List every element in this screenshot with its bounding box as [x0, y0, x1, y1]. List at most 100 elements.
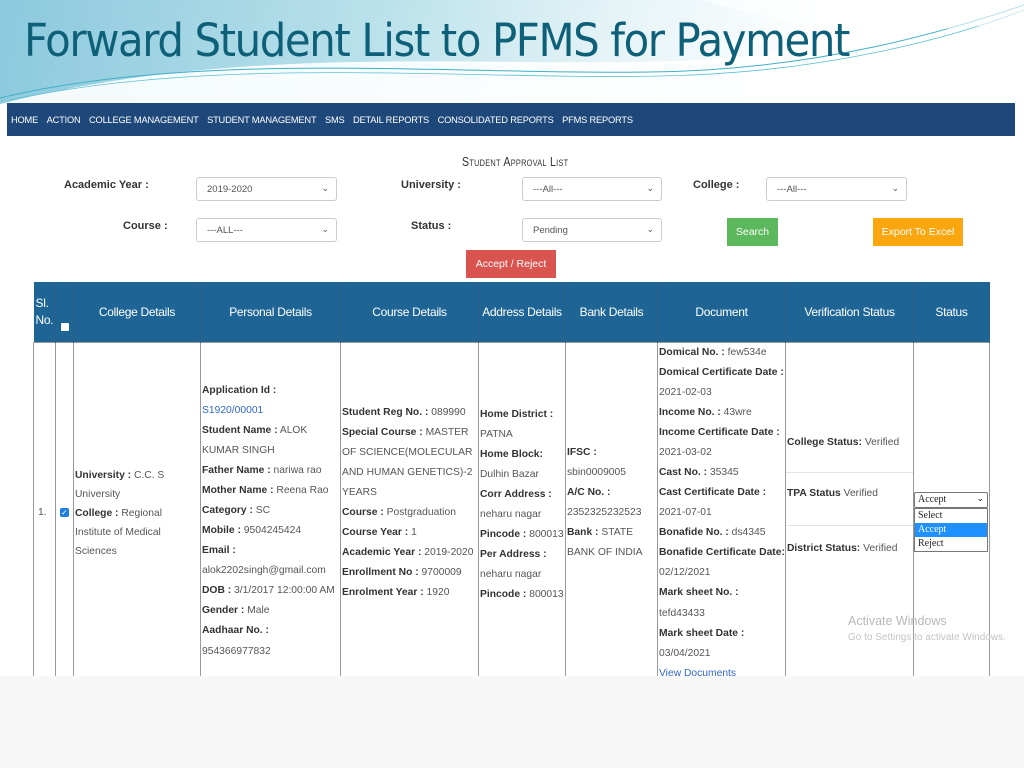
category-value: SC — [255, 504, 271, 516]
cast-date-label: Cast Certificate Date : — [659, 487, 767, 499]
college-status-label: College Status: — [787, 437, 862, 448]
college-label: College : — [693, 179, 740, 191]
bonafide-no-value: ds4345 — [731, 527, 766, 539]
course-year-label: Course Year : — [342, 526, 409, 538]
ac-no-value: 2352325232523 — [567, 506, 642, 518]
course-year-value: 1 — [411, 526, 417, 538]
corr-pincode-value: 800013 — [529, 528, 564, 540]
enrollment-no-label: Enrollment No : — [342, 567, 419, 579]
status-value: Pending — [533, 225, 568, 236]
academic-year-select[interactable]: 2019-2020 ⌄ — [196, 177, 337, 201]
course-details-cell: Student Reg No. : 089990 Special Course … — [340, 341, 479, 685]
status-option-select[interactable]: Select — [915, 509, 987, 523]
nav-student-management[interactable]: STUDENT MANAGEMENT — [207, 115, 317, 125]
gender-value: Male — [247, 605, 270, 617]
special-course-label: Special Course : — [342, 426, 423, 438]
search-button[interactable]: Search — [727, 218, 778, 246]
district-status-value: Verified — [863, 542, 898, 554]
header-document: Document — [657, 282, 786, 342]
address-details-cell: Home District : PATNA Home Block: Dulhin… — [478, 341, 566, 685]
home-block-value: Dulhin Bazar — [480, 468, 539, 480]
row-status-selected: Accept — [918, 494, 947, 505]
header-course-details: Course Details — [340, 282, 479, 342]
main-navbar: HOME ACTION COLLEGE MANAGEMENT STUDENT M… — [7, 103, 1015, 136]
bonafide-no-label: Bonafide No. : — [659, 527, 729, 539]
income-no-label: Income No. : — [659, 406, 721, 418]
header-select-all — [55, 282, 74, 342]
course-select[interactable]: ---ALL--- ⌄ — [196, 218, 337, 242]
course-label: Course : — [342, 506, 384, 518]
aadhaar-label: Aadhaar No. : — [202, 625, 269, 637]
home-district-value: PATNA — [480, 428, 513, 440]
status-label: Status : — [411, 220, 452, 232]
enrolment-year-label: Enrolment Year : — [342, 587, 424, 599]
select-all-checkbox[interactable] — [60, 322, 69, 331]
application-id-link[interactable]: S1920/00001 — [202, 405, 263, 416]
income-date-label: Income Certificate Date : — [659, 426, 780, 438]
chevron-down-icon: ⌄ — [321, 224, 329, 234]
header-address-details: Address Details — [478, 282, 566, 342]
nav-detail-reports[interactable]: DETAIL REPORTS — [353, 115, 429, 125]
cast-no-value: 35345 — [709, 466, 739, 478]
header-college-details: College Details — [73, 282, 201, 342]
bonafide-date-label: Bonafide Certificate Date: — [659, 547, 785, 559]
home-district-label: Home District : — [480, 408, 554, 420]
academic-year-value: 2019-2020 — [424, 547, 474, 559]
status-select[interactable]: Pending ⌄ — [522, 218, 662, 242]
nav-action[interactable]: ACTION — [47, 115, 81, 125]
marksheet-no-value: tefd43433 — [659, 607, 705, 619]
accept-reject-button[interactable]: Accept / Reject — [466, 250, 556, 278]
tpa-status-label: TPA Status — [787, 487, 841, 499]
header-bank-details: Bank Details — [565, 282, 658, 342]
category-label: Category : — [202, 504, 253, 516]
corr-address-value: neharu nagar — [480, 508, 542, 520]
tpa-status: TPA Status Verified — [786, 473, 913, 526]
academic-year-label: Academic Year : — [342, 547, 422, 559]
application-id-label: Application Id : — [202, 384, 277, 396]
district-status-label: District Status: — [787, 542, 861, 554]
university-label: University : — [75, 469, 132, 481]
personal-details-cell: Application Id : S1920/00001 Student Nam… — [200, 341, 341, 685]
university-select[interactable]: ---All--- ⌄ — [522, 177, 662, 201]
marksheet-date-value: 03/04/2021 — [659, 647, 711, 659]
chevron-down-icon: ⌄ — [646, 183, 654, 193]
income-no-value: 43wre — [723, 406, 752, 418]
row-checkbox-cell: ✓ — [55, 341, 74, 685]
nav-sms[interactable]: SMS — [325, 115, 345, 125]
nav-home[interactable]: HOME — [11, 115, 38, 125]
college-select[interactable]: ---All--- ⌄ — [766, 177, 907, 201]
nav-consolidated-reports[interactable]: CONSOLIDATED REPORTS — [438, 115, 554, 125]
domical-date-label: Domical Certificate Date : — [659, 366, 784, 378]
export-to-excel-button[interactable]: Export To Excel — [873, 218, 963, 246]
mobile-value: 9504245424 — [243, 525, 302, 537]
gender-label: Gender : — [202, 605, 245, 617]
per-address-value: neharu nagar — [480, 569, 542, 581]
enrolment-year-value: 1920 — [426, 587, 450, 599]
marksheet-date-label: Mark sheet Date : — [659, 627, 745, 639]
bank-details-cell: IFSC : sbin0009005 A/C No. : 23523252325… — [565, 341, 658, 685]
tpa-status-value: Verified — [843, 487, 879, 499]
corr-address-label: Corr Address : — [480, 488, 552, 500]
father-name-value: nariwa rao — [273, 464, 322, 476]
nav-college-management[interactable]: COLLEGE MANAGEMENT — [89, 115, 199, 125]
activate-windows-subtitle: Go to Settings to activate Windows. — [848, 632, 1006, 643]
per-pincode-label: Pincode : — [480, 589, 527, 601]
academic-year-label: Academic Year : — [64, 179, 149, 191]
email-label: Email : — [202, 545, 236, 557]
college-details-cell: University : C.C. S University College :… — [73, 341, 201, 685]
status-option-reject[interactable]: Reject — [915, 537, 987, 551]
activate-windows-title: Activate Windows — [848, 614, 947, 628]
document-cell: Domical No. : few534e Domical Certificat… — [657, 341, 786, 685]
domical-no-label: Domical No. : — [659, 346, 725, 358]
row-checkbox[interactable]: ✓ — [60, 508, 69, 518]
row-status-select[interactable]: Accept ⌄ — [914, 492, 988, 508]
status-option-accept[interactable]: Accept — [915, 523, 987, 537]
course-value: Postgraduation — [386, 506, 456, 518]
enrollment-no-value: 9700009 — [421, 567, 462, 579]
student-name-label: Student Name : — [202, 424, 278, 436]
bank-label: Bank : — [567, 526, 599, 538]
course-label: Course : — [123, 220, 168, 232]
course-value: ---ALL--- — [207, 225, 243, 236]
chevron-down-icon: ⌄ — [976, 493, 984, 503]
nav-pfms-reports[interactable]: PFMS REPORTS — [562, 115, 633, 125]
